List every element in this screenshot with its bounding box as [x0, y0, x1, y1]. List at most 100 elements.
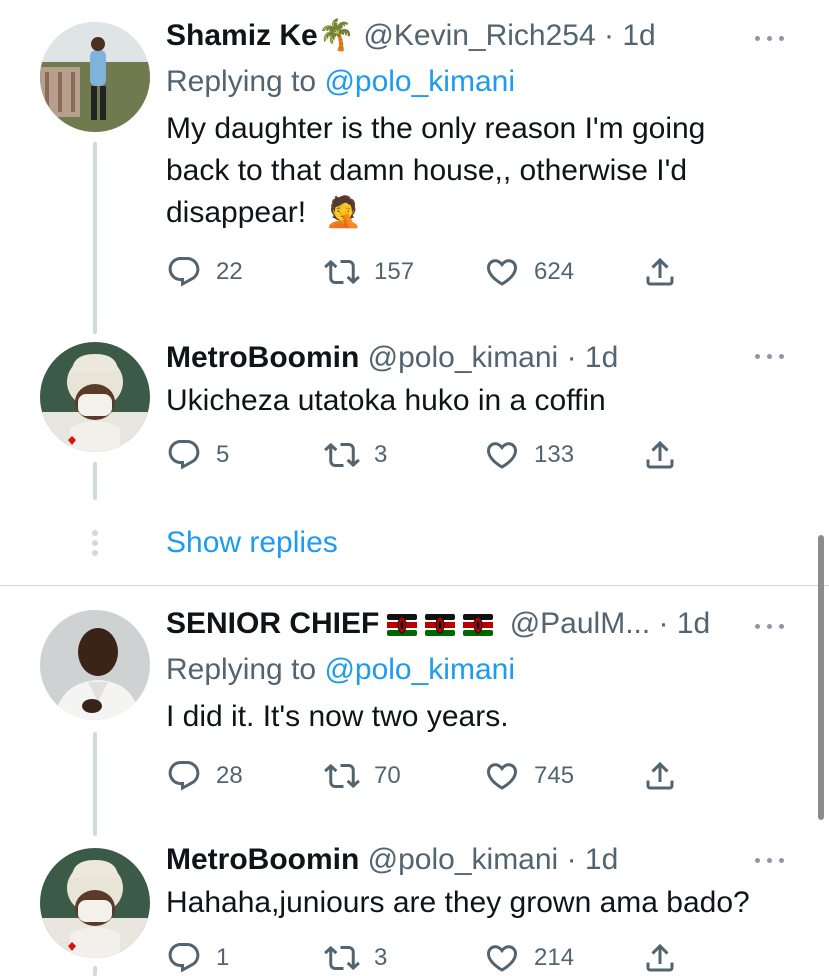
like-count: 624 [534, 258, 575, 285]
more-icon[interactable] [755, 32, 785, 44]
reply-count: 1 [216, 944, 230, 971]
tweet-body: Hahaha,juniours are they grown ama bado? [166, 886, 750, 919]
display-name[interactable]: SENIOR CHIEF [166, 607, 379, 640]
avatar[interactable] [40, 342, 150, 452]
tweet-3[interactable]: SENIOR CHIEF @PaulM... · 1d Replying to … [0, 586, 829, 836]
retweet-count: 70 [374, 762, 401, 789]
share-button[interactable] [642, 758, 678, 794]
tweet-content: SENIOR CHIEF @PaulM... · 1d Replying to … [166, 606, 769, 738]
retweet-icon [324, 758, 360, 794]
retweet-count: 3 [374, 944, 388, 971]
thread-line [93, 732, 97, 836]
heart-icon [484, 940, 520, 976]
tweet-body: My daughter is the only reason I'm going… [166, 112, 706, 229]
reply-icon [166, 254, 202, 290]
retweet-button[interactable]: 70 [324, 758, 401, 794]
reply-button[interactable]: 5 [166, 437, 229, 473]
heart-icon [484, 758, 520, 794]
reply-count: 5 [216, 441, 230, 468]
action-bar: 5 3 133 [166, 437, 726, 473]
tweet-content: MetroBoomin @polo_kimani · 1d Hahaha,jun… [166, 842, 769, 924]
tweet-content: Shamiz Ke🌴 @Kevin_Rich254 · 1d Replying … [166, 18, 769, 234]
timestamp[interactable]: · 1d [567, 341, 619, 374]
like-button[interactable]: 214 [484, 940, 574, 976]
share-icon [642, 254, 678, 290]
display-name[interactable]: MetroBoomin [166, 341, 359, 374]
retweet-count: 157 [374, 258, 415, 285]
heart-icon [484, 254, 520, 290]
reply-icon [166, 437, 202, 473]
action-bar: 28 70 745 [166, 758, 726, 794]
tweet-1[interactable]: Shamiz Ke🌴 @Kevin_Rich254 · 1d Replying … [0, 0, 829, 340]
reply-icon [166, 940, 202, 976]
like-button[interactable]: 133 [484, 437, 574, 473]
replying-to: Replying to @polo_kimani [166, 64, 769, 100]
thread-line [93, 462, 97, 500]
timestamp[interactable]: · 1d [604, 19, 656, 52]
reply-button[interactable]: 1 [166, 940, 229, 976]
action-bar: 22 157 624 [166, 254, 726, 290]
share-icon [642, 940, 678, 976]
show-replies-row[interactable]: Show replies [0, 520, 829, 568]
share-button[interactable] [642, 254, 678, 290]
like-button[interactable]: 624 [484, 254, 574, 290]
tweet-2[interactable]: MetroBoomin @polo_kimani · 1d Ukicheza u… [0, 340, 829, 500]
tweet-text: Hahaha,juniours are they grown ama bado? [166, 882, 769, 924]
share-icon [642, 437, 678, 473]
scrollbar[interactable] [818, 535, 824, 820]
action-bar: 1 3 214 [166, 940, 726, 976]
avatar[interactable] [40, 610, 150, 720]
display-name[interactable]: MetroBoomin [166, 843, 359, 876]
more-icon[interactable] [755, 620, 785, 632]
user-handle[interactable]: @PaulM... [510, 607, 651, 640]
tweet-text: I did it. It's now two years. [166, 696, 769, 738]
retweet-icon [324, 940, 360, 976]
share-icon [642, 758, 678, 794]
retweet-button[interactable]: 3 [324, 940, 387, 976]
kenya-flag-icon [425, 614, 455, 636]
reply-button[interactable]: 22 [166, 254, 243, 290]
avatar[interactable] [40, 22, 150, 132]
tweet-text: Ukicheza utatoka huko in a coffin [166, 380, 769, 422]
reply-icon [166, 758, 202, 794]
user-handle[interactable]: @polo_kimani [368, 843, 559, 876]
tweet-text: My daughter is the only reason I'm going… [166, 108, 769, 234]
facepalm-emoji: 🤦 [324, 196, 362, 229]
timestamp[interactable]: · 1d [659, 607, 711, 640]
reply-button[interactable]: 28 [166, 758, 243, 794]
replying-to-link[interactable]: @polo_kimani [324, 65, 515, 98]
display-name[interactable]: Shamiz Ke [166, 19, 318, 52]
more-icon[interactable] [755, 350, 785, 362]
palm-tree-emoji: 🌴 [317, 19, 356, 52]
replying-to-label: Replying to [166, 653, 317, 686]
user-handle[interactable]: @polo_kimani [368, 341, 559, 374]
thread-line [93, 966, 97, 976]
replying-to-label: Replying to [166, 65, 317, 98]
reply-count: 28 [216, 762, 243, 789]
retweet-button[interactable]: 157 [324, 254, 414, 290]
user-handle[interactable]: @Kevin_Rich254 [363, 19, 595, 52]
tweet-4[interactable]: MetroBoomin @polo_kimani · 1d Hahaha,jun… [0, 836, 829, 976]
thread-line [93, 142, 97, 334]
tweet-body: I did it. It's now two years. [166, 700, 509, 733]
timestamp[interactable]: · 1d [567, 843, 619, 876]
retweet-button[interactable]: 3 [324, 437, 387, 473]
like-count: 745 [534, 762, 575, 789]
show-replies-link[interactable]: Show replies [166, 525, 338, 561]
reply-count: 22 [216, 258, 243, 285]
avatar[interactable] [40, 848, 150, 958]
retweet-icon [324, 437, 360, 473]
share-button[interactable] [642, 437, 678, 473]
tweet-content: MetroBoomin @polo_kimani · 1d Ukicheza u… [166, 340, 769, 422]
like-count: 133 [534, 441, 575, 468]
heart-icon [484, 437, 520, 473]
kenya-flag-icon [387, 614, 417, 636]
replying-to: Replying to @polo_kimani [166, 652, 769, 688]
retweet-icon [324, 254, 360, 290]
like-count: 214 [534, 944, 575, 971]
tweet-body: Ukicheza utatoka huko in a coffin [166, 384, 606, 417]
replying-to-link[interactable]: @polo_kimani [324, 653, 515, 686]
like-button[interactable]: 745 [484, 758, 574, 794]
share-button[interactable] [642, 940, 678, 976]
more-icon[interactable] [755, 854, 785, 866]
